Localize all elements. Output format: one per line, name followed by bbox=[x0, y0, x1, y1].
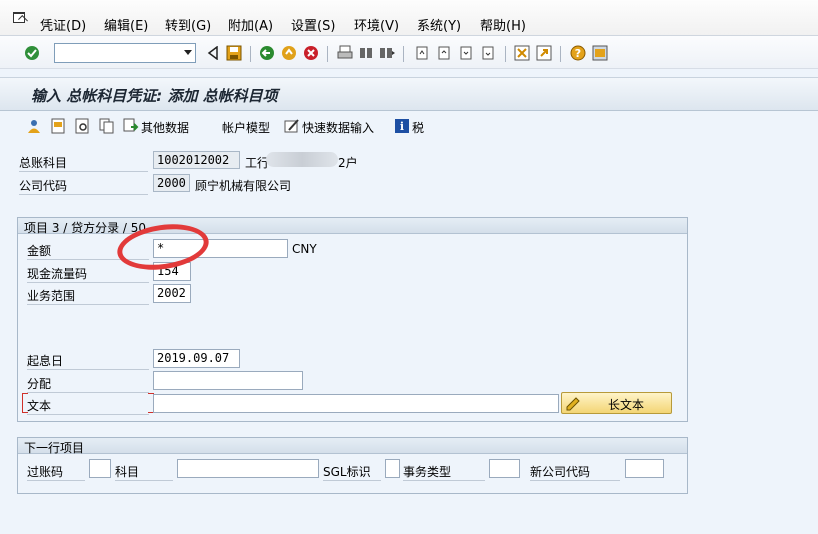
long-text-button[interactable]: 长文本 bbox=[561, 392, 672, 414]
system-menu-icon[interactable] bbox=[13, 12, 25, 23]
print-icon[interactable] bbox=[337, 45, 353, 61]
sgl-indicator-field[interactable] bbox=[385, 459, 400, 478]
person-icon[interactable] bbox=[26, 118, 42, 134]
fast-entry-icon[interactable] bbox=[284, 118, 300, 134]
assignment-label: 分配 bbox=[27, 375, 149, 393]
chevron-down-icon[interactable] bbox=[184, 50, 192, 55]
save-icon[interactable] bbox=[226, 45, 242, 61]
help-icon[interactable]: ? bbox=[570, 45, 586, 61]
svg-text:?: ? bbox=[575, 47, 581, 60]
menu-edit[interactable]: 编辑(E) bbox=[104, 15, 148, 34]
detail-icon[interactable] bbox=[74, 118, 90, 134]
first-page-icon[interactable] bbox=[414, 45, 430, 61]
command-field[interactable] bbox=[54, 43, 196, 63]
menu-system[interactable]: 系统(Y) bbox=[417, 15, 461, 34]
layout-icon[interactable] bbox=[592, 45, 608, 61]
assignment-field[interactable] bbox=[153, 371, 303, 390]
tax-info-icon[interactable]: i bbox=[394, 118, 410, 134]
green-back-icon[interactable] bbox=[259, 45, 275, 61]
find-next-icon[interactable] bbox=[379, 45, 395, 61]
menu-environment[interactable]: 环境(V) bbox=[354, 15, 399, 34]
item-group-header: 项目 3 / 贷方分录 / 50 bbox=[18, 218, 687, 235]
menu-settings[interactable]: 设置(S) bbox=[291, 15, 335, 34]
tax-button[interactable]: 税 bbox=[412, 119, 424, 136]
fast-entry-button[interactable]: 快速数据输入 bbox=[302, 119, 374, 136]
gl-account-desc-suffix: 2户 bbox=[338, 156, 358, 170]
posting-key-field[interactable] bbox=[89, 459, 111, 478]
sgl-indicator-label: SGL标识 bbox=[323, 463, 381, 481]
standard-toolbar: ? bbox=[0, 36, 818, 69]
menu-goto[interactable]: 转到(G) bbox=[165, 15, 211, 34]
currency-label: CNY bbox=[292, 242, 317, 256]
posting-key-label: 过账码 bbox=[27, 463, 85, 481]
company-name: 顾宁机械有限公司 bbox=[195, 179, 292, 193]
account-label: 科目 bbox=[115, 463, 173, 481]
account-model-button[interactable]: 帐户模型 bbox=[222, 119, 270, 136]
transaction-type-field[interactable] bbox=[489, 459, 520, 478]
menu-bar: 凭证(D) 编辑(E) 转到(G) 附加(A) 设置(S) 环境(V) 系统(Y… bbox=[0, 0, 818, 36]
text-label: 文本 bbox=[27, 397, 149, 415]
enter-icon[interactable] bbox=[24, 45, 40, 61]
prev-page-icon[interactable] bbox=[436, 45, 452, 61]
new-session-icon[interactable] bbox=[514, 45, 530, 61]
item-group-title: 项目 3 / 贷方分录 / 50 bbox=[24, 221, 147, 235]
transaction-type-label: 事务类型 bbox=[403, 463, 485, 481]
new-company-code-field[interactable] bbox=[625, 459, 664, 478]
next-item-group-header: 下一行项目 bbox=[18, 438, 687, 455]
business-area-field[interactable]: 2002 bbox=[153, 284, 191, 303]
page-title: 输入 总帐科目凭证: 添加 总帐科目项 bbox=[31, 87, 278, 105]
value-date-label: 起息日 bbox=[27, 352, 149, 370]
gl-account-field[interactable]: 1002012002 bbox=[153, 151, 240, 169]
new-company-code-label: 新公司代码 bbox=[530, 463, 620, 481]
exit-icon[interactable] bbox=[281, 45, 297, 61]
value-date-field[interactable]: 2019.09.07 bbox=[153, 349, 240, 368]
company-code-label: 公司代码 bbox=[19, 177, 148, 195]
next-page-icon[interactable] bbox=[458, 45, 474, 61]
shortcut-icon[interactable] bbox=[536, 45, 552, 61]
account-field[interactable] bbox=[177, 459, 319, 478]
application-toolbar: i bbox=[0, 112, 818, 140]
next-item-group-title: 下一行项目 bbox=[24, 441, 85, 455]
svg-text:i: i bbox=[400, 120, 404, 133]
command-input[interactable] bbox=[55, 44, 179, 62]
back-icon[interactable] bbox=[205, 45, 221, 61]
redacted-bank-name bbox=[266, 152, 338, 167]
document-icon[interactable] bbox=[50, 118, 66, 134]
company-code-field[interactable]: 2000 bbox=[153, 174, 190, 192]
cancel-icon[interactable] bbox=[303, 45, 319, 61]
last-page-icon[interactable] bbox=[480, 45, 496, 61]
pencil-icon bbox=[565, 395, 581, 411]
menu-document[interactable]: 凭证(D) bbox=[40, 15, 86, 34]
title-bar: 输入 总帐科目凭证: 添加 总帐科目项 bbox=[0, 77, 818, 111]
menu-extras[interactable]: 附加(A) bbox=[228, 15, 273, 34]
cashflow-label: 现金流量码 bbox=[27, 265, 149, 283]
other-data-button[interactable]: 其他数据 bbox=[141, 119, 189, 136]
text-field[interactable] bbox=[153, 394, 559, 413]
long-text-label: 长文本 bbox=[608, 398, 645, 412]
gl-account-label: 总账科目 bbox=[19, 154, 148, 172]
menu-help[interactable]: 帮助(H) bbox=[480, 15, 526, 34]
copy-icon[interactable] bbox=[98, 118, 114, 134]
other-data-icon[interactable] bbox=[123, 118, 139, 134]
find-icon[interactable] bbox=[358, 45, 374, 61]
business-area-label: 业务范围 bbox=[27, 287, 149, 305]
